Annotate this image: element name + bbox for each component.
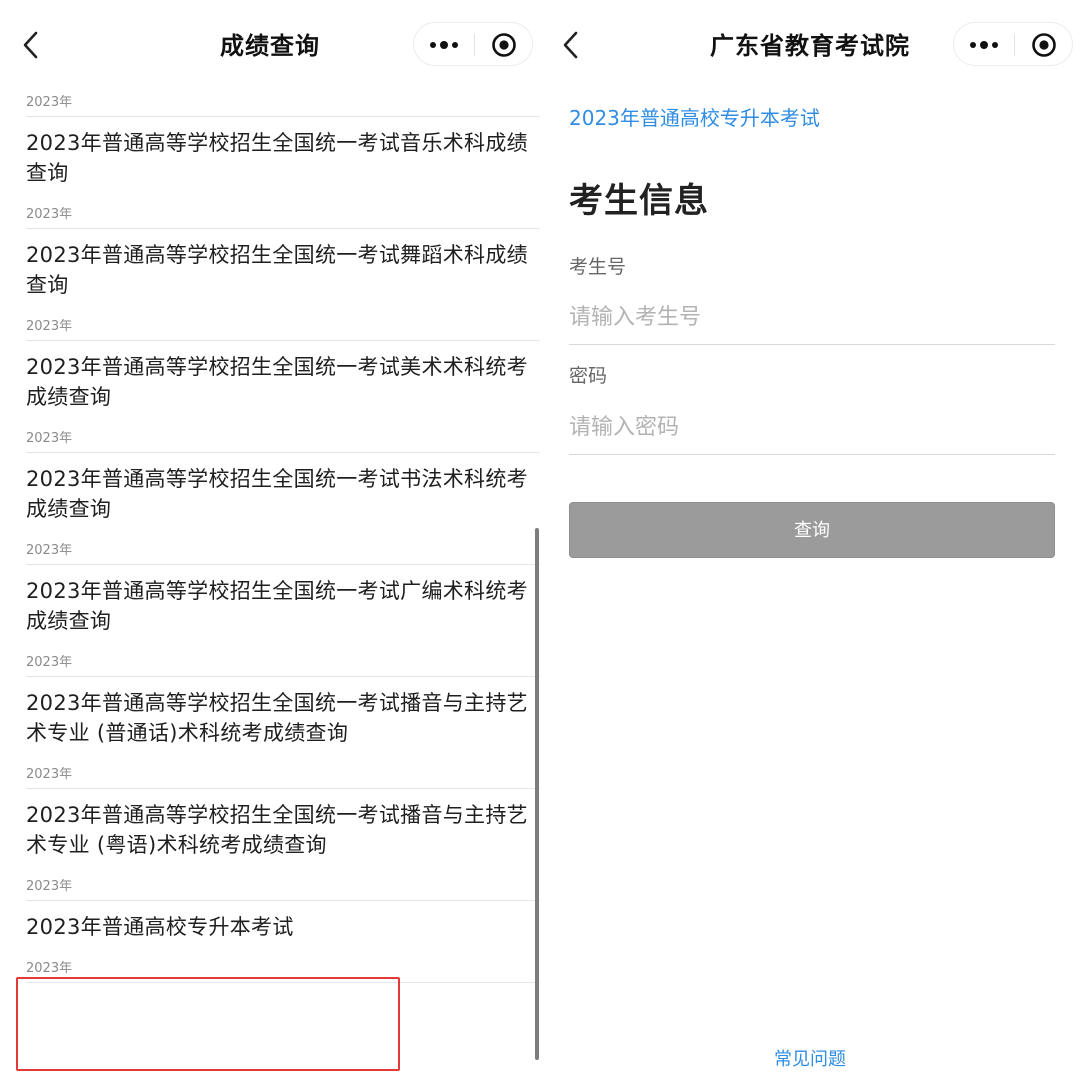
list-item: 2023年 2023年普通高等学校招生全国统一考试音乐术科成绩查询	[26, 90, 540, 202]
back-button[interactable]	[558, 28, 588, 62]
item-year: 2023年	[26, 319, 73, 334]
chevron-left-icon	[23, 31, 38, 59]
item-year: 2023年	[26, 431, 73, 446]
item-year: 2023年	[26, 95, 73, 110]
list-item: 2023年 2023年普通高等学校招生全国统一考试广编术科统考成绩查询	[26, 538, 540, 650]
item-title[interactable]: 2023年普通高等学校招生全国统一考试广编术科统考成绩查询	[26, 565, 540, 650]
password-input[interactable]	[569, 400, 1055, 455]
list-item: 2023年 2023年普通高校专升本考试	[26, 874, 540, 956]
candidate-number-label: 考生号	[569, 256, 627, 278]
list-item: 2023年 2023年普通高等学校招生全国统一考试美术术科统考成绩查询	[26, 314, 540, 426]
more-button[interactable]	[954, 23, 1014, 67]
faq-link[interactable]: 常见问题	[540, 1044, 1080, 1076]
miniprogram-capsule	[953, 22, 1073, 66]
list-item: 2023年 2023年普通高等学校招生全国统一考试播音与主持艺术专业 (粤语)术…	[26, 762, 540, 874]
item-title[interactable]: 2023年普通高等学校招生全国统一考试书法术科统考成绩查询	[26, 453, 540, 538]
score-query-screen: 成绩查询 2023年 2023年普通高等学校招生全国统一考试音乐术科成绩查询 2…	[0, 0, 540, 1092]
item-title[interactable]: 2023年普通高等学校招生全国统一考试舞蹈术科成绩查询	[26, 229, 540, 314]
exam-login-screen: 广东省教育考试院 2023年普通高校专升本考试 考生信息 考生号 密码 查询 常…	[540, 0, 1080, 1092]
score-query-list: 2023年 2023年普通高等学校招生全国统一考试音乐术科成绩查询 2023年 …	[26, 90, 540, 983]
item-year: 2023年	[26, 767, 73, 782]
back-button[interactable]	[18, 28, 48, 62]
more-button[interactable]	[414, 23, 474, 67]
list-item: 2023年 2023年普通高等学校招生全国统一考试舞蹈术科成绩查询	[26, 202, 540, 314]
item-title[interactable]: 2023年普通高等学校招生全国统一考试播音与主持艺术专业 (粤语)术科统考成绩查…	[26, 789, 540, 874]
candidate-number-input[interactable]	[569, 290, 1055, 345]
nav-bar: 广东省教育考试院	[540, 0, 1080, 90]
item-year: 2023年	[26, 543, 73, 558]
page-title: 广东省教育考试院	[710, 32, 910, 60]
item-title[interactable]: 2023年普通高等学校招生全国统一考试音乐术科成绩查询	[26, 117, 540, 202]
section-title: 考生信息	[569, 181, 709, 221]
close-miniprogram-button[interactable]	[475, 23, 533, 67]
miniprogram-capsule	[413, 22, 533, 66]
more-dots-icon	[970, 41, 998, 49]
query-button[interactable]: 查询	[569, 502, 1055, 558]
item-year: 2023年	[26, 207, 73, 222]
list-item: 2023年 2023年普通高等学校招生全国统一考试书法术科统考成绩查询	[26, 426, 540, 538]
item-year: 2023年	[26, 879, 73, 894]
item-title[interactable]: 2023年普通高等学校招生全国统一考试播音与主持艺术专业 (普通话)术科统考成绩…	[26, 677, 540, 762]
item-title[interactable]: 2023年普通高等学校招生全国统一考试美术术科统考成绩查询	[26, 341, 540, 426]
password-label: 密码	[569, 365, 608, 387]
item-year: 2023年	[26, 655, 73, 670]
highlight-box	[16, 977, 400, 1071]
nav-bar: 成绩查询	[0, 0, 540, 90]
item-title[interactable]: 2023年普通高校专升本考试	[26, 901, 540, 956]
target-icon	[492, 33, 516, 57]
target-icon	[1032, 33, 1056, 57]
scrollbar[interactable]	[535, 528, 539, 1060]
list-item: 2023年 2023年普通高等学校招生全国统一考试播音与主持艺术专业 (普通话)…	[26, 650, 540, 762]
exam-title: 2023年普通高校专升本考试	[569, 106, 820, 130]
close-miniprogram-button[interactable]	[1015, 23, 1073, 67]
chevron-left-icon	[563, 31, 578, 59]
more-dots-icon	[430, 41, 458, 49]
